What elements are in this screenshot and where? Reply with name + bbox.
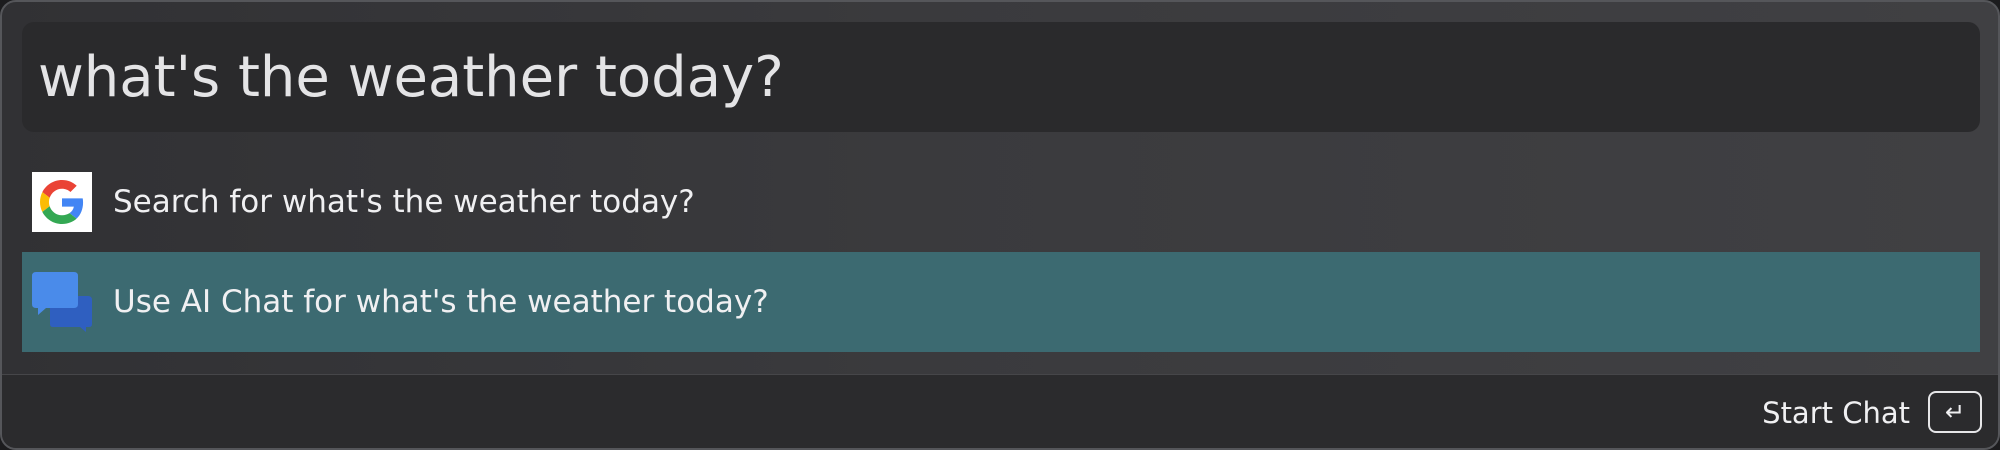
chat-bubbles-icon [32,272,92,332]
search-google-result[interactable]: Search for what's the weather today? [22,152,1980,252]
return-key-icon[interactable]: ↵ [1928,391,1982,433]
launcher-window: Search for what's the weather today? Use… [0,0,2000,450]
ai-chat-label: Use AI Chat for what's the weather today… [113,284,769,320]
ai-chat-result[interactable]: Use AI Chat for what's the weather today… [22,252,1980,352]
action-footer: Start Chat ↵ [2,374,1998,448]
start-chat-label[interactable]: Start Chat [1762,393,1910,433]
search-input[interactable] [38,22,1980,132]
google-icon [32,172,92,232]
search-bar[interactable] [22,22,1980,132]
return-key-glyph: ↵ [1944,398,1966,426]
search-google-label: Search for what's the weather today? [113,184,695,220]
